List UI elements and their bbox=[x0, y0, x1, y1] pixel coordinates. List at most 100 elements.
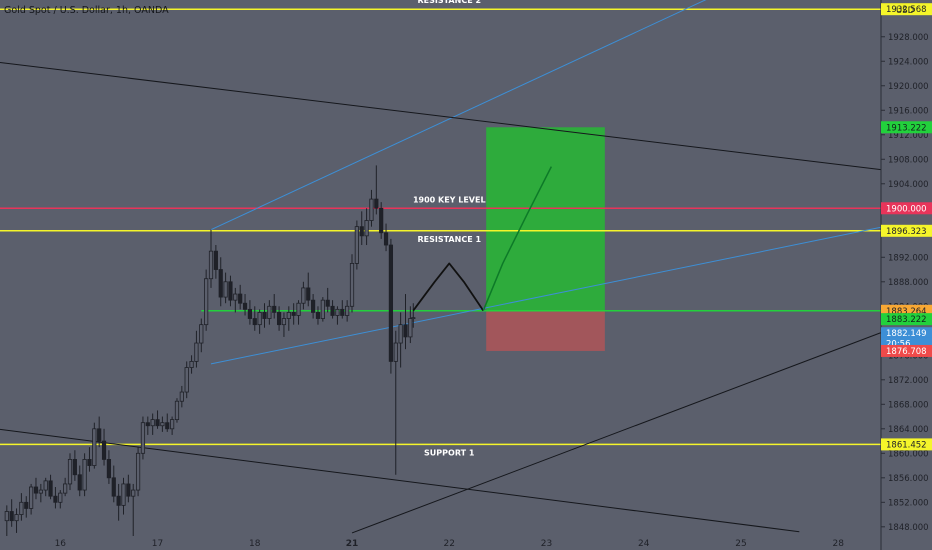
candle-body bbox=[301, 287, 306, 304]
candle-body bbox=[135, 452, 141, 491]
candle-body bbox=[4, 511, 9, 522]
price-tag: 1896.323 bbox=[881, 224, 932, 237]
price-tag: 1883.222 bbox=[881, 313, 932, 326]
price-tick-label: 1908.000 bbox=[888, 155, 929, 165]
candle-body bbox=[189, 361, 194, 368]
time-tick-label: 21 bbox=[346, 539, 359, 549]
candle-body bbox=[33, 486, 39, 494]
price-tag-text: 1876.708 bbox=[886, 347, 927, 357]
candle-body bbox=[364, 220, 369, 237]
candle-body bbox=[140, 422, 146, 454]
candle-body bbox=[330, 305, 335, 316]
candle-body bbox=[242, 302, 248, 310]
candle-body bbox=[311, 299, 316, 313]
candle-body bbox=[184, 367, 189, 393]
candle-body bbox=[320, 299, 325, 319]
candle-body bbox=[257, 312, 262, 326]
candle-body bbox=[403, 324, 408, 338]
price-tick-label: 1928.000 bbox=[888, 33, 929, 43]
price-tick-label: 1916.000 bbox=[888, 106, 929, 116]
candle-body bbox=[48, 480, 53, 497]
candle-body bbox=[92, 428, 97, 466]
price-tag: 1876.708 bbox=[881, 344, 932, 357]
candle-body bbox=[208, 250, 214, 280]
candle-body bbox=[165, 422, 170, 430]
price-tick-label: 1892.000 bbox=[888, 253, 929, 263]
price-tag-text: 1883.222 bbox=[886, 315, 927, 325]
candle-body bbox=[43, 480, 48, 491]
price-tick-label: 1888.000 bbox=[888, 278, 929, 288]
price-tag: 1861.452 bbox=[881, 438, 932, 451]
price-tick-label: 1904.000 bbox=[888, 180, 929, 190]
candle-body bbox=[228, 281, 233, 301]
candle-body bbox=[155, 419, 160, 427]
time-tick-label: 22 bbox=[444, 539, 455, 549]
candle-body bbox=[286, 312, 291, 319]
candle-body bbox=[174, 400, 180, 421]
time-tick-label: 24 bbox=[638, 539, 650, 549]
candle-body bbox=[233, 293, 238, 301]
currency-label[interactable]: USD bbox=[896, 6, 915, 16]
candle-body bbox=[38, 489, 43, 494]
candle-body bbox=[111, 477, 116, 497]
candle-body bbox=[383, 232, 389, 246]
price-tick-label: 1860.000 bbox=[888, 449, 929, 459]
level-label: SUPPORT 1 bbox=[424, 448, 475, 457]
candle-body bbox=[87, 459, 92, 466]
candle-body bbox=[29, 486, 34, 509]
level-label: RESISTANCE 1 bbox=[417, 235, 481, 244]
candle-body bbox=[131, 489, 136, 497]
price-tag-text: 1861.452 bbox=[886, 440, 927, 450]
candle-body bbox=[223, 281, 228, 298]
candle-body bbox=[349, 263, 355, 307]
candle-body bbox=[388, 244, 394, 362]
stop-zone bbox=[486, 310, 605, 351]
candle-body bbox=[170, 419, 175, 430]
candle-body bbox=[72, 459, 77, 476]
price-chart[interactable]: RESISTANCE 2 1900 KEY LEVEL RESISTANCE 1 SU… bbox=[0, 0, 932, 550]
candle-body bbox=[267, 305, 272, 319]
candle-body bbox=[150, 419, 155, 427]
candle-body bbox=[77, 474, 82, 491]
candle-body bbox=[199, 324, 204, 344]
candle-body bbox=[340, 308, 345, 316]
candle-body bbox=[262, 312, 267, 319]
candle-body bbox=[67, 459, 73, 485]
candle-body bbox=[160, 422, 165, 427]
time-tick-label: 28 bbox=[832, 539, 844, 549]
candle-body bbox=[359, 226, 364, 237]
candle-body bbox=[306, 287, 311, 301]
candle-body bbox=[126, 483, 131, 497]
price-tick-label: 1920.000 bbox=[888, 82, 929, 92]
candle-body bbox=[296, 302, 301, 316]
candle-body bbox=[82, 459, 87, 491]
candle-body bbox=[325, 299, 330, 307]
candle-body bbox=[194, 342, 199, 362]
position-zones[interactable] bbox=[486, 127, 605, 351]
price-tick-label: 1872.000 bbox=[888, 376, 929, 386]
candle-body bbox=[24, 501, 29, 509]
candle-body bbox=[179, 391, 184, 402]
price-tick-label: 1864.000 bbox=[888, 425, 929, 435]
candle-body bbox=[204, 278, 209, 326]
candle-body bbox=[281, 318, 287, 326]
price-tag-text: 1913.222 bbox=[886, 123, 927, 133]
price-tick-label: 1924.000 bbox=[888, 57, 929, 67]
candle-body bbox=[58, 492, 63, 503]
candle-body bbox=[408, 318, 413, 338]
time-tick-label: 16 bbox=[55, 539, 67, 549]
candle-body bbox=[374, 198, 379, 209]
price-tag-text: 1896.323 bbox=[886, 227, 927, 237]
candle-body bbox=[19, 501, 24, 515]
price-axis-ticks: 1928.0001924.0001920.0001916.0001912.000… bbox=[881, 33, 929, 533]
candle-body bbox=[398, 324, 403, 344]
candle-body bbox=[213, 250, 218, 270]
candle-body bbox=[345, 305, 350, 316]
candle-body bbox=[276, 312, 282, 326]
candle-body bbox=[272, 305, 277, 313]
price-tick-label: 1848.000 bbox=[888, 523, 929, 533]
candle-body bbox=[369, 198, 374, 221]
time-tick-label: 23 bbox=[541, 539, 552, 549]
level-label: 1900 KEY LEVEL bbox=[413, 195, 486, 204]
price-tick-label: 1868.000 bbox=[888, 400, 929, 410]
